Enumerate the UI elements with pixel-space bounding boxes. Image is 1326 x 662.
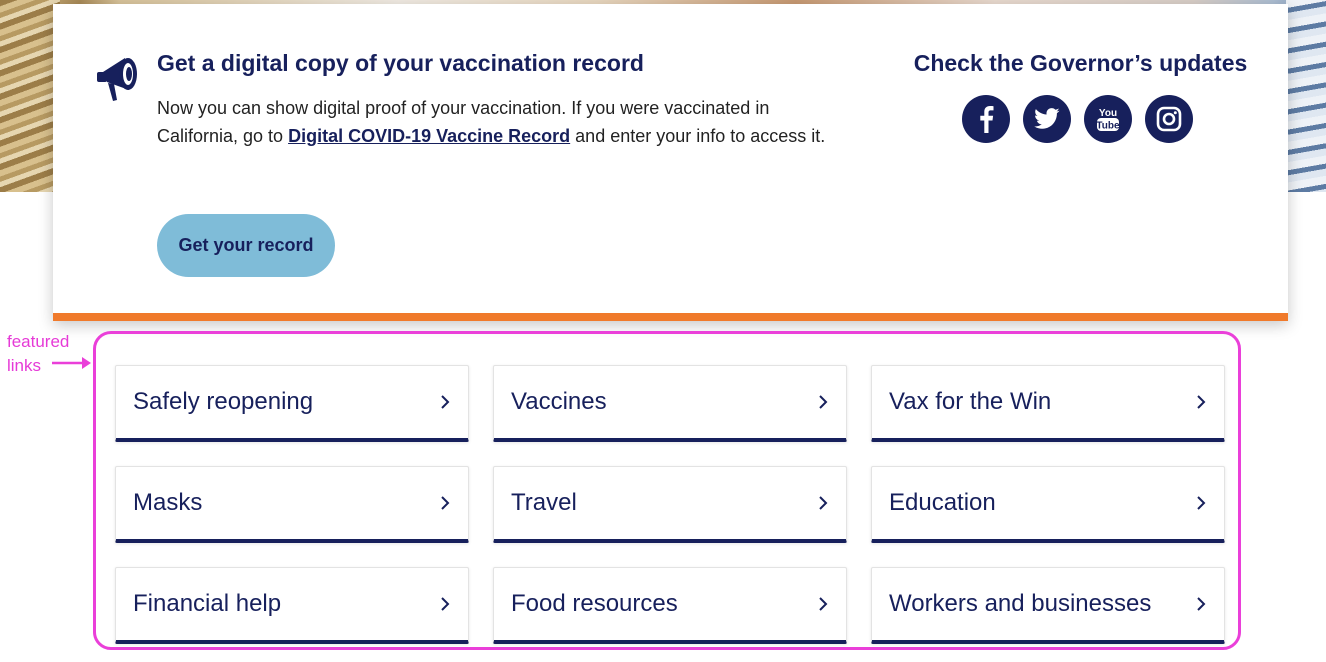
vaccination-record-banner: Get a digital copy of your vaccination r… bbox=[53, 4, 1288, 321]
featured-links-annotation: featured links bbox=[7, 332, 70, 375]
hero-image-right bbox=[1286, 0, 1326, 192]
featured-link-financial-help[interactable]: Financial help bbox=[115, 567, 469, 644]
chevron-right-icon bbox=[819, 395, 828, 409]
featured-link-masks[interactable]: Masks bbox=[115, 466, 469, 543]
chevron-right-icon bbox=[819, 597, 828, 611]
social-links: You Tube bbox=[962, 95, 1193, 143]
chevron-right-icon bbox=[441, 395, 450, 409]
svg-text:You: You bbox=[1099, 108, 1117, 119]
facebook-icon[interactable] bbox=[962, 95, 1010, 143]
megaphone-icon bbox=[97, 58, 137, 101]
featured-link-education[interactable]: Education bbox=[871, 466, 1225, 543]
annotation-arrow-icon bbox=[52, 357, 91, 369]
banner-text: Now you can show digital proof of your v… bbox=[157, 98, 826, 146]
chevron-right-icon bbox=[819, 496, 828, 510]
instagram-icon[interactable] bbox=[1145, 95, 1193, 143]
featured-links: Safely reopening Vaccines Vax for the Wi… bbox=[115, 365, 1225, 644]
youtube-icon[interactable]: You Tube bbox=[1084, 95, 1132, 143]
chevron-right-icon bbox=[441, 597, 450, 611]
featured-link-workers-and-businesses[interactable]: Workers and businesses bbox=[871, 567, 1225, 644]
chevron-right-icon bbox=[1197, 496, 1206, 510]
twitter-icon[interactable] bbox=[1023, 95, 1071, 143]
chevron-right-icon bbox=[441, 496, 450, 510]
banner-title: Get a digital copy of your vaccination r… bbox=[157, 50, 644, 76]
featured-link-travel[interactable]: Travel bbox=[493, 466, 847, 543]
featured-link-vaccines[interactable]: Vaccines bbox=[493, 365, 847, 442]
hero-image-left bbox=[0, 0, 60, 192]
governor-updates-title: Check the Governor’s updates bbox=[913, 50, 1248, 76]
featured-link-food-resources[interactable]: Food resources bbox=[493, 567, 847, 644]
svg-text:Tube: Tube bbox=[1096, 121, 1120, 132]
chevron-right-icon bbox=[1197, 597, 1206, 611]
featured-link-vax-for-the-win[interactable]: Vax for the Win bbox=[871, 365, 1225, 442]
featured-link-safely-reopening[interactable]: Safely reopening bbox=[115, 365, 469, 442]
vaccine-record-link[interactable]: Digital COVID-19 Vaccine Record bbox=[288, 126, 570, 146]
get-record-button[interactable]: Get your record bbox=[157, 214, 335, 277]
chevron-right-icon bbox=[1197, 395, 1206, 409]
